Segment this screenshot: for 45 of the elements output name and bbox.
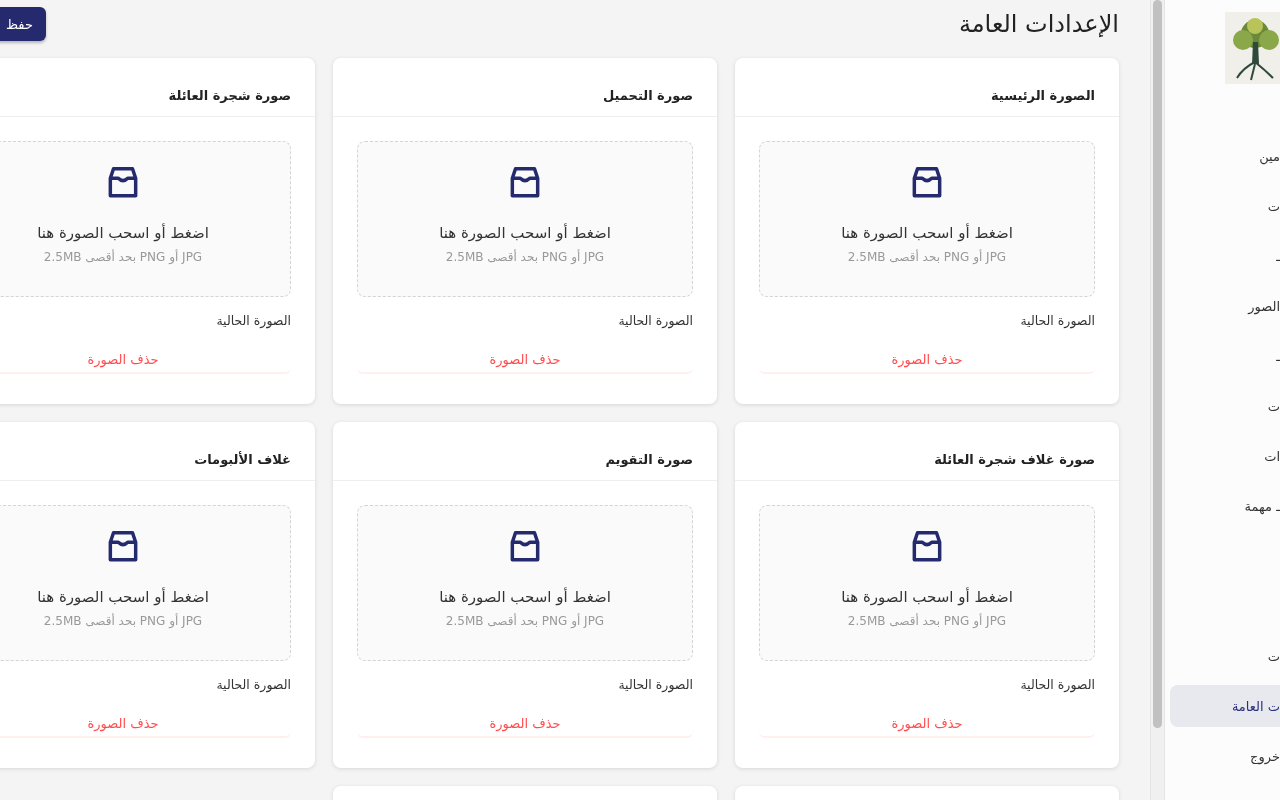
card-title: صورة شجرة العائلة [168,86,291,103]
upload-dropzone[interactable]: اضغط أو اسحب الصورة هنا JPG أو PNG بحد أقصى 2.5MB [357,141,693,297]
upload-text: اضغط أو اسحب الصورة هنا [439,588,611,606]
card-title: صورة غلاف شجرة العائلة [934,450,1095,467]
card-title: غلاف الألبومات [194,450,291,467]
upload-dropzone[interactable]: اضغط أو اسحب الصورة هنا JPG أو PNG بحد أقصى 2.5MB [0,505,291,661]
sidebar-item[interactable]: ت [1170,185,1280,227]
sidebar-item[interactable]: ت العامة [1170,685,1280,727]
current-image-label: الصورة الحالية [618,677,693,692]
page-title: الإعدادات العامة [958,10,1119,38]
card-title: صورة التحميل [602,86,693,103]
current-image-label: الصورة الحالية [1020,677,1095,692]
upload-hint: JPG أو PNG بحد أقصى 2.5MB [445,614,605,628]
sidebar-item[interactable]: مين [1170,135,1280,177]
upload-dropzone[interactable]: اضغط أو اسحب الصورة هنا JPG أو PNG بحد أقصى 2.5MB [759,505,1095,661]
upload-text: اضغط أو اسحب الصورة هنا [439,224,611,242]
upload-hint: JPG أو PNG بحد أقصى 2.5MB [43,250,203,264]
sidebar-item[interactable]: خروج [1170,735,1280,777]
sidebar-item[interactable]: ـ [1170,335,1280,377]
upload-text: اضغط أو اسحب الصورة هنا [841,224,1013,242]
sidebar-item[interactable]: ت [1170,635,1280,677]
sidebar-item[interactable]: ـ مهمة [1170,485,1280,527]
sidebar-item[interactable]: ات [1170,435,1280,477]
upload-dropzone[interactable]: اضغط أو اسحب الصورة هنا JPG أو PNG بحد أقصى 2.5MB [357,505,693,661]
sidebar-item[interactable]: ـ [1170,235,1280,277]
current-image-label: الصورة الحالية [216,677,291,692]
tree-logo [1225,12,1280,84]
current-image-label: الصورة الحالية [1020,313,1095,328]
upload-hint: JPG أو PNG بحد أقصى 2.5MB [847,250,1007,264]
upload-text: اضغط أو اسحب الصورة هنا [37,224,209,242]
upload-hint: JPG أو PNG بحد أقصى 2.5MB [847,614,1007,628]
upload-dropzone[interactable]: اضغط أو اسحب الصورة هنا JPG أو PNG بحد أقصى 2.5MB [0,141,291,297]
upload-hint: JPG أو PNG بحد أقصى 2.5MB [445,250,605,264]
upload-hint: JPG أو PNG بحد أقصى 2.5MB [43,614,203,628]
save-button[interactable]: حفظ [0,7,46,41]
current-image-label: الصورة الحالية [216,313,291,328]
upload-dropzone[interactable]: اضغط أو اسحب الصورة هنا JPG أو PNG بحد أقصى 2.5MB [759,141,1095,297]
card-title: صورة التقويم [605,450,693,467]
scrollbar-thumb[interactable] [1153,0,1162,728]
upload-text: اضغط أو اسحب الصورة هنا [37,588,209,606]
card-title: الصورة الرئيسية [991,86,1095,103]
sidebar-item[interactable]: الصور [1170,285,1280,327]
upload-text: اضغط أو اسحب الصورة هنا [841,588,1013,606]
sidebar-item[interactable]: ت [1170,385,1280,427]
current-image-label: الصورة الحالية [618,313,693,328]
